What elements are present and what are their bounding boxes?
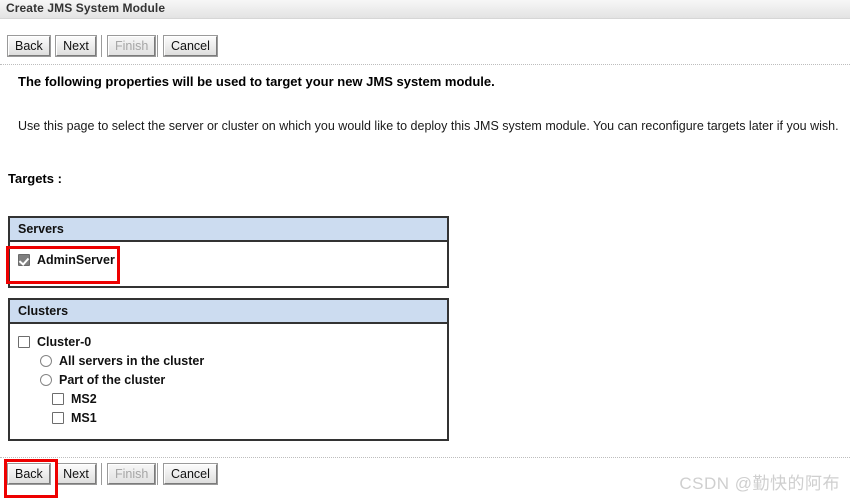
ms1-checkbox[interactable]: [52, 411, 64, 424]
section-description: Use this page to select the server or cl…: [18, 119, 839, 133]
button-separator-4: [157, 463, 158, 485]
next-button-bottom[interactable]: Next: [55, 463, 97, 485]
back-button-top[interactable]: Back: [7, 35, 51, 57]
targets-label: Targets :: [8, 171, 62, 186]
cluster-0-checkbox[interactable]: [18, 335, 30, 348]
servers-table: Servers AdminServer: [8, 216, 449, 288]
button-separator-3: [101, 463, 102, 485]
adminserver-checkbox: [18, 253, 30, 266]
table-row[interactable]: All servers in the cluster: [10, 351, 447, 370]
cancel-button-top[interactable]: Cancel: [163, 35, 218, 57]
adminserver-label: AdminServer: [37, 252, 115, 267]
servers-table-body: AdminServer: [10, 242, 447, 269]
all-servers-radio[interactable]: [40, 354, 52, 367]
table-row[interactable]: Part of the cluster: [10, 370, 447, 389]
button-separator-1: [101, 35, 102, 57]
clusters-table: Clusters Cluster-0 All servers in the cl…: [8, 298, 449, 441]
button-separator-2: [157, 35, 158, 57]
next-button-top[interactable]: Next: [55, 35, 97, 57]
ms2-checkbox[interactable]: [52, 392, 64, 405]
table-row[interactable]: Cluster-0: [10, 332, 447, 351]
servers-table-header: Servers: [10, 218, 447, 242]
page-title: Create JMS System Module: [6, 1, 166, 15]
section-heading: The following properties will be used to…: [18, 74, 495, 89]
finish-button-bottom: Finish: [106, 463, 157, 485]
part-of-cluster-radio[interactable]: [40, 373, 52, 386]
cancel-button-bottom[interactable]: Cancel: [163, 463, 218, 485]
table-row[interactable]: MS2: [10, 389, 447, 408]
clusters-table-body: Cluster-0 All servers in the cluster Par…: [10, 324, 447, 427]
table-row[interactable]: AdminServer: [10, 250, 447, 269]
watermark: CSDN @勤快的阿布: [679, 474, 840, 493]
cluster-0-label: Cluster-0: [37, 334, 92, 349]
all-servers-label: All servers in the cluster: [59, 353, 205, 368]
top-button-bar: Back Next Finish Cancel: [0, 33, 850, 63]
top-divider: [0, 64, 850, 66]
clusters-table-header: Clusters: [10, 300, 447, 324]
table-row[interactable]: MS1: [10, 408, 447, 427]
part-of-cluster-label: Part of the cluster: [59, 372, 166, 387]
window-title-bar: Create JMS System Module: [0, 0, 850, 19]
back-button-bottom[interactable]: Back: [7, 463, 51, 485]
finish-button-top: Finish: [106, 35, 157, 57]
ms1-label: MS1: [71, 410, 97, 425]
ms2-label: MS2: [71, 391, 97, 406]
bottom-divider: [0, 457, 850, 459]
